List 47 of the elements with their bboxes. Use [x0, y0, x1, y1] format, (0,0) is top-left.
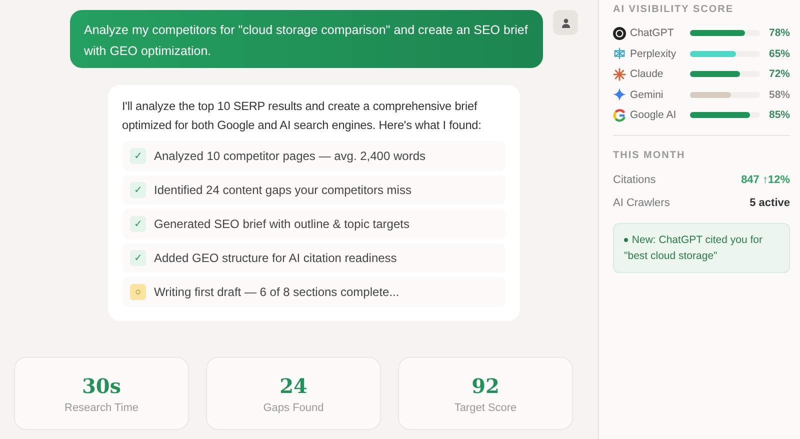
engine-name: Gemini [630, 88, 664, 101]
starburst-icon [613, 68, 626, 81]
check-icon: ✓ [130, 182, 146, 198]
score-bar [690, 30, 760, 36]
sparkle-icon [613, 88, 626, 102]
section-heading: AI VISIBILITY SCORE [613, 4, 734, 15]
stat-value: 24 [280, 374, 308, 398]
engine-name: Perplexity [630, 48, 678, 60]
user-message: Analyze my competitors for "cloud storage comparison" and create an SEO brief with GEO optimization. [70, 10, 543, 68]
dot-icon [624, 238, 628, 242]
stat-label: Research Time [64, 402, 138, 414]
score-bar [690, 71, 760, 78]
score-value: 78% [768, 27, 790, 40]
engine-logo-icon [613, 26, 626, 40]
score-bar [690, 112, 760, 118]
check-icon: ✓ [130, 250, 146, 266]
step-text: Identified 24 content gaps your competitors miss [154, 183, 412, 197]
stat-label: Gaps Found [263, 402, 324, 414]
step-text: Generated SEO brief with outline & topic targets [154, 217, 410, 231]
score-value: 65% [768, 48, 790, 60]
stat-label: Target Score [454, 402, 517, 414]
score-value: 58% [768, 88, 790, 101]
metric-label: Citations [613, 174, 656, 186]
g-logo-icon [613, 108, 626, 122]
engine-name: Google AI [630, 109, 678, 122]
score-bar [690, 50, 760, 57]
avatar-icon [553, 10, 578, 35]
stat-value: 92 [472, 374, 500, 398]
metric-value: 847 ↑12% [741, 174, 790, 186]
step-text: Added GEO structure for AI citation readiness [154, 251, 397, 265]
metric-label: AI Crawlers [613, 197, 670, 209]
notification-text: New: ChatGPT cited you for "best cloud storage" [624, 232, 764, 264]
score-bar [690, 92, 760, 98]
metric-value: 5 active [750, 197, 790, 209]
engine-name: Claude [630, 68, 664, 80]
section-heading: THIS MONTH [613, 150, 686, 160]
stat-value: 30s [82, 374, 122, 398]
engine-name: ChatGPT [630, 27, 675, 40]
progress-icon: ○ [130, 284, 146, 300]
engine-logo-icon [613, 47, 626, 60]
score-value: 85% [768, 109, 790, 122]
step-text: Writing first draft — 6 of 8 sections complete... [154, 285, 400, 299]
check-icon: ✓ [130, 148, 146, 164]
step-text: Analyzed 10 competitor pages — avg. 2,400 words [154, 149, 426, 163]
score-value: 72% [768, 68, 790, 80]
check-icon: ✓ [130, 216, 146, 232]
assistant-text: I'll analyze the top 10 SERP results and create a comprehensive brief optimized for both Google and AI search engines. Here's what I found: [122, 98, 482, 134]
